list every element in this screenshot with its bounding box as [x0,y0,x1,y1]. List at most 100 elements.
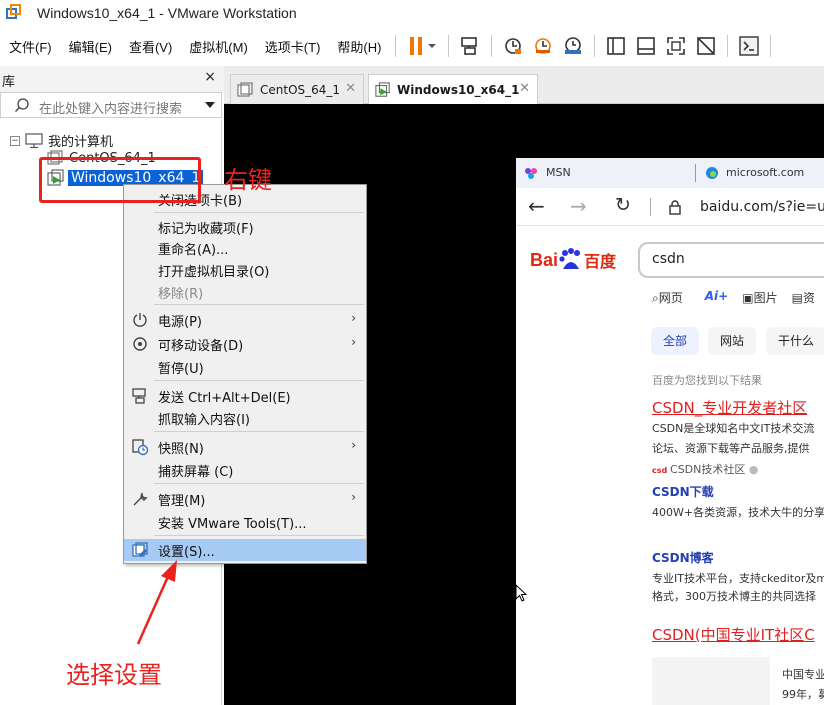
menu-item-send-ctrl-alt-del[interactable]: 发送 Ctrl+Alt+Del(E) [124,385,366,406]
snapshot-manager-icon[interactable] [560,33,586,59]
result-count: 百度为您找到以下结果 [652,374,762,387]
menu-item-open-vm-folder[interactable]: 打开虚拟机目录(O) [124,259,366,280]
nav-ai[interactable]: Ai+ [705,289,728,306]
result-title[interactable]: CSDN下载 [652,483,714,500]
result-source[interactable]: csd CSDN技术社区 ● [652,461,759,477]
search-icon: ⌕ [652,291,659,305]
title-bar: Windows10_x64_1 - VMware Workstation [0,0,824,26]
search-box[interactable]: csdn [638,242,824,278]
result-desc: 论坛、资源下载等产品服务,提供 [652,442,810,455]
result-desc: 99年，募 [782,688,824,701]
close-tab-icon[interactable]: ✕ [345,81,356,96]
tree-root-my-computer[interactable]: − 我的计算机 [10,131,113,150]
submenu-arrow-icon: › [351,490,356,504]
menu-item-snapshot[interactable]: 快照(N) › [124,436,366,457]
library-title: 库 [2,75,16,90]
guest-browser-window: MSN microsoft.com ← → ↻ baidu.com/s?ie=u… [516,158,824,705]
browser-toolbar: ← → ↻ baidu.com/s?ie=utf-8 [516,188,824,226]
menu-item-capture-screen[interactable]: 捕获屏幕 (C) [124,459,366,480]
search-nav: ⌕网页 Ai+ ▣图片 ▤资 [652,289,815,306]
doc-icon: ▤ [791,291,803,305]
send-keys-icon[interactable] [457,33,483,59]
toolbar-separator [594,35,596,57]
menu-edit[interactable]: 编辑(E) [60,37,120,56]
menu-tabs[interactable]: 选项卡(T) [256,37,329,56]
menu-vm[interactable]: 虚拟机(M) [180,37,256,56]
result-desc: 格式，300万技术博主的共同选择 [652,590,816,603]
menu-item-manage[interactable]: 管理(M) › [124,488,366,509]
close-tab-icon[interactable]: ✕ [519,81,530,96]
menu-separator [154,483,364,484]
baidu-logo: Bai 百度 [530,247,616,273]
menu-item-rename[interactable]: 重命名(A)... [124,237,366,258]
result-title[interactable]: CSDN(中国专业IT社区C [652,624,815,645]
menu-file[interactable]: 文件(F) [0,37,60,56]
pause-icon[interactable] [404,33,440,59]
menu-item-grab-input[interactable]: 抓取输入内容(I) [124,407,366,428]
wrench-icon [133,492,148,506]
vm-tab[interactable]: CentOS_64_1 ✕ [230,74,364,104]
result-desc: 中国专业 [782,668,824,681]
csdn-logo-icon: csd [652,466,671,475]
browser-tab-label[interactable]: MSN [546,166,571,179]
power-icon [133,313,147,327]
toolbar-separator [727,35,729,57]
filter-chip[interactable]: 干什么 [766,327,824,355]
menu-item-remove: 移除(R) [158,287,204,302]
menu-item-pause[interactable]: 暂停(U) [124,356,366,377]
browser-tab-label[interactable]: microsoft.com [726,166,804,179]
disc-icon [133,337,147,351]
fullscreen-icon[interactable] [663,33,689,59]
running-vm-icon [375,81,390,97]
nav-images[interactable]: ▣图片 [742,289,777,306]
menu-item-removable-devices[interactable]: 可移动设备(D) › [124,333,366,354]
menu-view[interactable]: 查看(V) [120,37,180,56]
toolbar-separator [491,35,493,57]
search-placeholder: 在此处键入内容进行搜索 [39,102,183,117]
snapshot-icon[interactable] [500,33,526,59]
vm-context-menu: 关闭选项卡(B) 标记为收藏项(F) 重命名(A)... 打开虚拟机目录(O) … [123,184,367,564]
menu-separator [154,431,364,432]
menu-item-install-vmware-tools[interactable]: 安装 VMware Tools(T)... [124,511,366,532]
tree-root-label: 我的计算机 [48,135,114,150]
computer-icon [25,132,43,148]
msn-logo-icon [525,168,537,179]
menu-item-mark-favorite[interactable]: 标记为收藏项(F) [124,216,366,237]
vmware-logo-icon [5,4,23,22]
baidu-paw-icon [559,248,581,269]
console-icon[interactable] [736,33,762,59]
result-title[interactable]: CSDN博客 [652,549,714,566]
back-icon[interactable]: ← [528,194,545,218]
filter-chip[interactable]: 全部 [651,327,699,355]
result-desc: 专业IT技术平台，支持ckeditor及m [652,572,824,585]
nav-web[interactable]: ⌕网页 [652,289,683,306]
revert-snapshot-icon[interactable] [530,33,556,59]
search-dropdown-icon[interactable] [205,102,215,108]
menu-item-power[interactable]: 电源(P) › [124,309,366,330]
result-desc: 400W+各类资源，技术大牛的分享 [652,506,824,519]
filter-chip[interactable]: 网站 [708,327,756,355]
thumbnail-icon[interactable] [633,33,659,59]
submenu-arrow-icon: › [351,438,356,452]
menu-help[interactable]: 帮助(H) [328,37,389,56]
edge-logo-icon [706,167,718,179]
toolbar-divider [650,198,651,216]
library-header: 库 × [0,66,224,92]
snapshot-icon [132,439,149,456]
result-desc: CSDN是全球知名中文IT技术交流 [652,422,815,435]
unity-icon[interactable] [693,33,719,59]
vm-icon [237,81,253,97]
vm-tab-active[interactable]: Windows10_x64_1 ✕ [368,74,538,104]
collapse-toggle-icon[interactable]: − [10,135,20,146]
nav-more[interactable]: ▤资 [792,289,815,306]
menu-separator [154,212,364,213]
refresh-icon[interactable]: ↻ [615,194,631,216]
sidebar-icon[interactable] [603,33,629,59]
forward-icon[interactable]: → [570,194,587,218]
library-close-icon[interactable]: × [204,69,216,85]
result-thumbnail [652,657,770,705]
result-title[interactable]: CSDN_专业开发者社区 [652,397,807,418]
library-search-input[interactable]: 在此处键入内容进行搜索 [0,92,222,118]
address-bar[interactable]: baidu.com/s?ie=utf-8 [700,199,824,215]
mouse-cursor-icon [515,584,527,602]
